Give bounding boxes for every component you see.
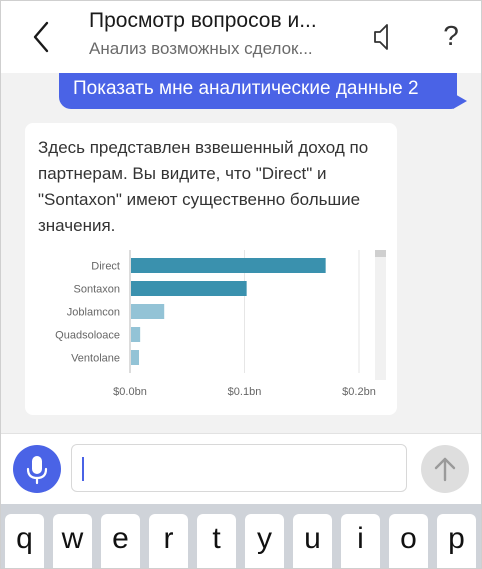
revenue-bar-chart: $0.0bn $0.1bn $0.2bn Direct Sontaxon Joblamco… — [41, 248, 391, 398]
microphone-icon — [26, 456, 48, 485]
key-q[interactable]: q — [5, 514, 44, 568]
bar[interactable] — [131, 281, 247, 296]
speaker-icon — [374, 24, 388, 50]
keyboard: q w e r t y u i o p — [1, 504, 481, 568]
chart-scrollbar[interactable] — [375, 250, 386, 380]
bar[interactable] — [131, 304, 165, 319]
send-button[interactable] — [421, 445, 469, 493]
arrow-up-icon — [434, 457, 456, 482]
bar[interactable] — [131, 350, 140, 365]
key-e[interactable]: e — [101, 514, 140, 568]
key-t[interactable]: t — [197, 514, 236, 568]
page-title: Просмотр вопросов и... — [89, 9, 317, 32]
key-r[interactable]: r — [149, 514, 188, 568]
bar[interactable] — [131, 258, 326, 273]
y-tick-label: Joblamcon — [67, 307, 120, 319]
key-p[interactable]: p — [437, 514, 476, 568]
header: Просмотр вопросов и... Анализ возможных … — [1, 1, 481, 73]
x-tick-label: $0.2bn — [342, 386, 376, 398]
input-bar — [1, 433, 481, 504]
back-button[interactable] — [27, 17, 61, 57]
y-tick-label: Sontaxon — [74, 284, 120, 296]
microphone-button[interactable] — [13, 445, 61, 493]
bot-message-text: Здесь представлен взвешенный доход по па… — [38, 138, 369, 235]
key-w[interactable]: w — [53, 514, 92, 568]
chart-svg: $0.0bn $0.1bn $0.2bn Direct Sontaxon Joblamco… — [55, 250, 376, 398]
page-subtitle: Анализ возможных сделок... — [89, 39, 313, 58]
y-tick-label: Direct — [91, 261, 120, 273]
x-tick-label: $0.1bn — [228, 386, 262, 398]
y-tick-label: Ventolane — [71, 353, 120, 365]
message-input[interactable] — [71, 444, 407, 492]
help-button[interactable]: ? — [437, 17, 465, 55]
bar[interactable] — [131, 327, 141, 342]
key-y[interactable]: y — [245, 514, 284, 568]
app-window: Просмотр вопросов и... Анализ возможных … — [0, 0, 482, 569]
key-u[interactable]: u — [293, 514, 332, 568]
user-message-tail — [453, 93, 467, 109]
key-o[interactable]: o — [389, 514, 428, 568]
text-cursor — [82, 457, 84, 481]
key-i[interactable]: i — [341, 514, 380, 568]
chevron-left-icon — [33, 21, 49, 53]
speaker-button[interactable] — [367, 19, 397, 55]
user-message-bubble: Показать мне аналитические данные 2 — [59, 73, 457, 109]
x-tick-label: $0.0bn — [113, 386, 147, 398]
y-tick-label: Quadsoloace — [55, 330, 120, 342]
chart-scrollbar-thumb[interactable] — [375, 250, 386, 257]
